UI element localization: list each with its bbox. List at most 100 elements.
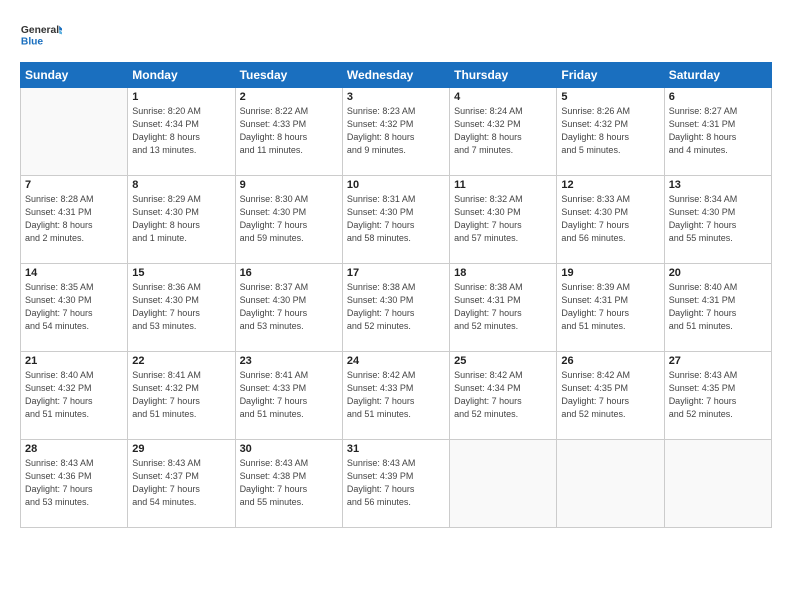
day-number: 12 — [561, 179, 659, 191]
calendar-cell: 22 Sunrise: 8:41 AMSunset: 4:32 PMDayligh… — [128, 352, 235, 440]
calendar-cell: 30Sunrise: 8:43 AMSunset: 4:38 PMDayligh… — [235, 440, 342, 528]
day-info: Sunrise: 8:28 AMSunset: 4:31 PMDaylight:… — [25, 193, 123, 245]
calendar-cell: 9 Sunrise: 8:30 AMSunset: 4:30 PMDaylight… — [235, 176, 342, 264]
calendar-cell: 18Sunrise: 8:38 AMSunset: 4:31 PMDayligh… — [450, 264, 557, 352]
day-number: 25 — [454, 355, 552, 367]
day-number: 21 — [25, 355, 123, 367]
calendar-cell: 11Sunrise: 8:32 AMSunset: 4:30 PMDayligh… — [450, 176, 557, 264]
calendar-week-row: 1 Sunrise: 8:20 AMSunset: 4:34 PMDaylight… — [21, 88, 772, 176]
weekday-header: Tuesday — [235, 63, 342, 88]
calendar-cell: 27Sunrise: 8:43 AMSunset: 4:35 PMDayligh… — [664, 352, 771, 440]
calendar-cell: 1 Sunrise: 8:20 AMSunset: 4:34 PMDaylight… — [128, 88, 235, 176]
calendar-week-row: 21 Sunrise: 8:40 AMSunset: 4:32 PMDayligh… — [21, 352, 772, 440]
calendar-cell: 10 Sunrise: 8:31 AMSunset: 4:30 PMDayligh… — [342, 176, 449, 264]
day-number: 23 — [240, 355, 338, 367]
header: General Blue — [20, 18, 772, 54]
day-info: Sunrise: 8:41 AMSunset: 4:32 PMDaylight:… — [132, 369, 230, 421]
calendar-cell: 3 Sunrise: 8:23 AMSunset: 4:32 PMDaylight… — [342, 88, 449, 176]
calendar-cell — [450, 440, 557, 528]
logo-container: General Blue — [20, 18, 62, 54]
day-info: Sunrise: 8:26 AMSunset: 4:32 PMDaylight:… — [561, 105, 659, 157]
day-number: 9 — [240, 179, 338, 191]
calendar-week-row: 7 Sunrise: 8:28 AMSunset: 4:31 PMDaylight… — [21, 176, 772, 264]
day-info: Sunrise: 8:37 AMSunset: 4:30 PMDaylight:… — [240, 281, 338, 333]
day-number: 19 — [561, 267, 659, 279]
day-number: 26 — [561, 355, 659, 367]
calendar-cell: 15 Sunrise: 8:36 AMSunset: 4:30 PMDayligh… — [128, 264, 235, 352]
day-number: 17 — [347, 267, 445, 279]
calendar-cell — [664, 440, 771, 528]
day-info: Sunrise: 8:22 AMSunset: 4:33 PMDaylight:… — [240, 105, 338, 157]
day-info: Sunrise: 8:35 AMSunset: 4:30 PMDaylight:… — [25, 281, 123, 333]
calendar-cell: 6 Sunrise: 8:27 AMSunset: 4:31 PMDaylight… — [664, 88, 771, 176]
day-number: 13 — [669, 179, 767, 191]
logo-graphic: General Blue — [20, 18, 62, 54]
calendar-cell: 13 Sunrise: 8:34 AMSunset: 4:30 PMDayligh… — [664, 176, 771, 264]
weekday-header: Friday — [557, 63, 664, 88]
day-info: Sunrise: 8:40 AMSunset: 4:32 PMDaylight:… — [25, 369, 123, 421]
day-number: 27 — [669, 355, 767, 367]
day-info: Sunrise: 8:42 AMSunset: 4:33 PMDaylight:… — [347, 369, 445, 421]
day-number: 4 — [454, 91, 552, 103]
calendar-cell: 23Sunrise: 8:41 AMSunset: 4:33 PMDayligh… — [235, 352, 342, 440]
calendar: SundayMondayTuesdayWednesdayThursdayFrid… — [20, 62, 772, 528]
day-number: 22 — [132, 355, 230, 367]
logo: General Blue — [20, 18, 62, 54]
day-number: 1 — [132, 91, 230, 103]
day-info: Sunrise: 8:32 AMSunset: 4:30 PMDaylight:… — [454, 193, 552, 245]
day-number: 15 — [132, 267, 230, 279]
day-number: 18 — [454, 267, 552, 279]
calendar-week-row: 14Sunrise: 8:35 AMSunset: 4:30 PMDayligh… — [21, 264, 772, 352]
page: General Blue SundayMondayTuesdayWednesda… — [0, 0, 792, 612]
calendar-cell: 21 Sunrise: 8:40 AMSunset: 4:32 PMDayligh… — [21, 352, 128, 440]
day-info: Sunrise: 8:40 AMSunset: 4:31 PMDaylight:… — [669, 281, 767, 333]
day-info: Sunrise: 8:43 AMSunset: 4:37 PMDaylight:… — [132, 457, 230, 509]
calendar-cell: 4 Sunrise: 8:24 AMSunset: 4:32 PMDaylight… — [450, 88, 557, 176]
day-info: Sunrise: 8:43 AMSunset: 4:39 PMDaylight:… — [347, 457, 445, 509]
day-info: Sunrise: 8:39 AMSunset: 4:31 PMDaylight:… — [561, 281, 659, 333]
calendar-cell: 5 Sunrise: 8:26 AMSunset: 4:32 PMDaylight… — [557, 88, 664, 176]
calendar-cell: 7 Sunrise: 8:28 AMSunset: 4:31 PMDaylight… — [21, 176, 128, 264]
calendar-cell: 17Sunrise: 8:38 AMSunset: 4:30 PMDayligh… — [342, 264, 449, 352]
day-number: 29 — [132, 443, 230, 455]
day-number: 28 — [25, 443, 123, 455]
day-number: 30 — [240, 443, 338, 455]
day-number: 7 — [25, 179, 123, 191]
calendar-cell: 8 Sunrise: 8:29 AMSunset: 4:30 PMDaylight… — [128, 176, 235, 264]
calendar-cell: 31Sunrise: 8:43 AMSunset: 4:39 PMDayligh… — [342, 440, 449, 528]
calendar-cell: 14Sunrise: 8:35 AMSunset: 4:30 PMDayligh… — [21, 264, 128, 352]
calendar-cell — [557, 440, 664, 528]
day-number: 20 — [669, 267, 767, 279]
day-info: Sunrise: 8:27 AMSunset: 4:31 PMDaylight:… — [669, 105, 767, 157]
calendar-cell: 24 Sunrise: 8:42 AMSunset: 4:33 PMDayligh… — [342, 352, 449, 440]
weekday-header: Sunday — [21, 63, 128, 88]
day-number: 6 — [669, 91, 767, 103]
day-info: Sunrise: 8:36 AMSunset: 4:30 PMDaylight:… — [132, 281, 230, 333]
day-info: Sunrise: 8:33 AMSunset: 4:30 PMDaylight:… — [561, 193, 659, 245]
day-info: Sunrise: 8:34 AMSunset: 4:30 PMDaylight:… — [669, 193, 767, 245]
day-number: 3 — [347, 91, 445, 103]
svg-text:General: General — [21, 25, 59, 36]
day-info: Sunrise: 8:24 AMSunset: 4:32 PMDaylight:… — [454, 105, 552, 157]
calendar-cell: 29 Sunrise: 8:43 AMSunset: 4:37 PMDayligh… — [128, 440, 235, 528]
day-info: Sunrise: 8:23 AMSunset: 4:32 PMDaylight:… — [347, 105, 445, 157]
day-info: Sunrise: 8:43 AMSunset: 4:36 PMDaylight:… — [25, 457, 123, 509]
calendar-cell — [21, 88, 128, 176]
day-info: Sunrise: 8:20 AMSunset: 4:34 PMDaylight:… — [132, 105, 230, 157]
day-info: Sunrise: 8:31 AMSunset: 4:30 PMDaylight:… — [347, 193, 445, 245]
day-number: 24 — [347, 355, 445, 367]
calendar-cell: 2 Sunrise: 8:22 AMSunset: 4:33 PMDaylight… — [235, 88, 342, 176]
day-number: 8 — [132, 179, 230, 191]
weekday-header: Saturday — [664, 63, 771, 88]
calendar-cell: 12 Sunrise: 8:33 AMSunset: 4:30 PMDayligh… — [557, 176, 664, 264]
day-number: 5 — [561, 91, 659, 103]
day-info: Sunrise: 8:30 AMSunset: 4:30 PMDaylight:… — [240, 193, 338, 245]
day-number: 2 — [240, 91, 338, 103]
calendar-cell: 16Sunrise: 8:37 AMSunset: 4:30 PMDayligh… — [235, 264, 342, 352]
day-info: Sunrise: 8:42 AMSunset: 4:34 PMDaylight:… — [454, 369, 552, 421]
day-info: Sunrise: 8:29 AMSunset: 4:30 PMDaylight:… — [132, 193, 230, 245]
weekday-header-row: SundayMondayTuesdayWednesdayThursdayFrid… — [21, 63, 772, 88]
svg-text:Blue: Blue — [21, 36, 44, 47]
calendar-week-row: 28 Sunrise: 8:43 AMSunset: 4:36 PMDayligh… — [21, 440, 772, 528]
day-number: 10 — [347, 179, 445, 191]
